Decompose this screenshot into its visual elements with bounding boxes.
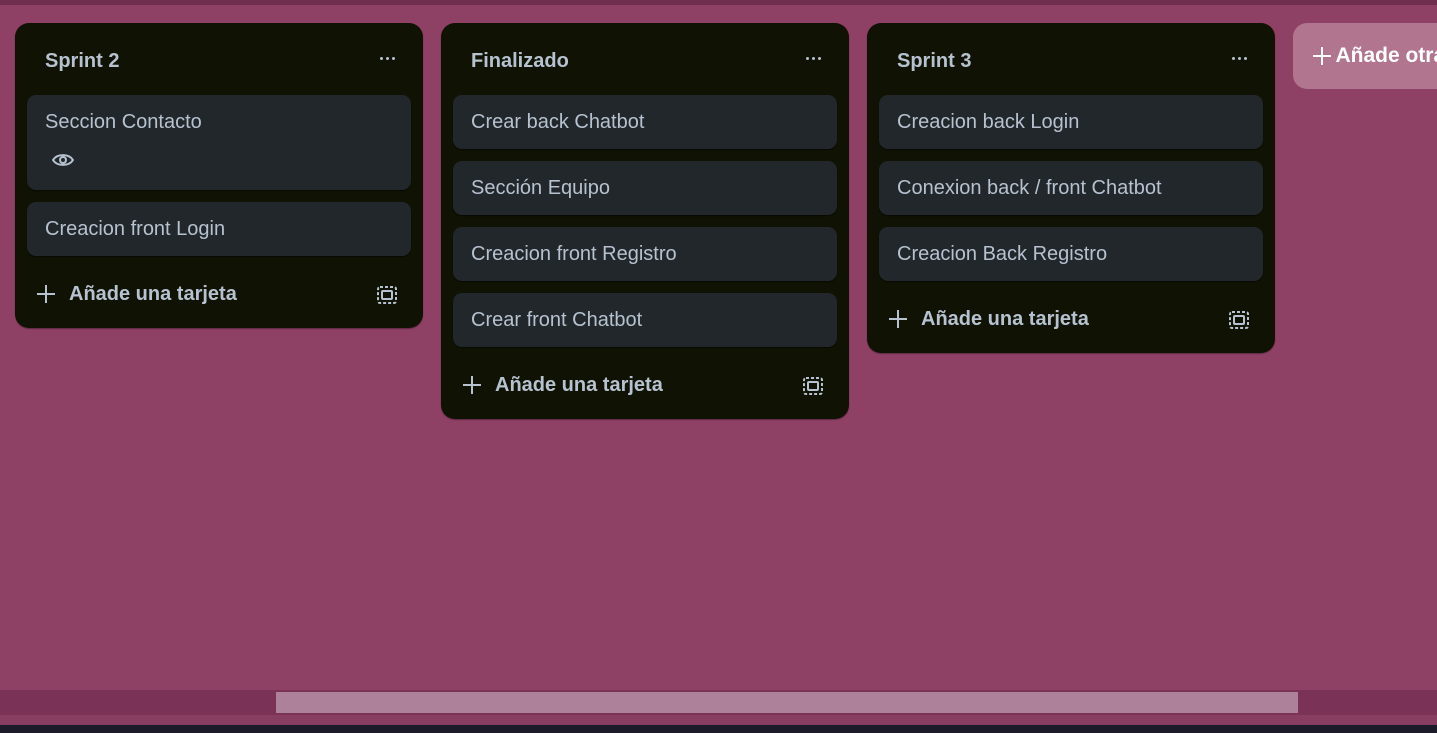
more-icon-dot [817, 56, 821, 60]
list-title[interactable]: Sprint 3 [897, 50, 971, 73]
eye-icon [52, 154, 74, 166]
card[interactable]: Seccion Contacto [27, 95, 411, 190]
card[interactable]: Sección Equipo [453, 161, 837, 215]
card-title: Crear back Chatbot [471, 111, 645, 133]
add-list-label: Añade otra lista [1335, 44, 1437, 67]
plus-icon [37, 285, 55, 303]
card-title: Conexion back / front Chatbot [897, 177, 1162, 199]
window-bottom-edge [0, 725, 1437, 733]
add-card-label: Añade una tarjeta [495, 373, 663, 396]
card-template-icon[interactable] [1229, 311, 1249, 329]
list-finalizado: Finalizado Crear back Chatbot Sección Eq… [441, 23, 849, 419]
scrollbar-thumb[interactable] [276, 692, 1298, 713]
list-menu-button[interactable] [373, 47, 401, 69]
card[interactable]: Creacion Back Registro [879, 227, 1263, 281]
add-card-button[interactable]: Añade una tarjeta [37, 274, 237, 314]
list-header[interactable]: Sprint 2 [15, 23, 423, 95]
plus-icon [1313, 47, 1333, 65]
add-list-button[interactable]: Añade otra lista [1293, 23, 1437, 89]
add-card-label: Añade una tarjeta [921, 307, 1089, 330]
card-list: Seccion Contacto Creacion front Login [15, 95, 423, 256]
card-title: Creacion front Login [45, 218, 226, 240]
list-menu-button[interactable] [1225, 47, 1253, 69]
card-title: Creacion back Login [897, 111, 1080, 133]
plus-icon [889, 310, 907, 328]
more-icon-dot [391, 56, 395, 60]
list-menu-button[interactable] [799, 47, 827, 69]
card-list: Crear back Chatbot Sección Equipo Creaci… [441, 95, 849, 347]
list-header[interactable]: Sprint 3 [867, 23, 1275, 95]
list-footer: Añade una tarjeta [867, 289, 1275, 353]
more-icon [1231, 56, 1235, 60]
list-title[interactable]: Sprint 2 [45, 50, 119, 73]
list-footer: Añade una tarjeta [15, 264, 423, 328]
card-template-icon[interactable] [377, 286, 397, 304]
list-footer: Añade una tarjeta [441, 355, 849, 419]
more-icon-dot [811, 56, 815, 60]
card-title: Crear front Chatbot [471, 309, 643, 331]
card[interactable]: Creacion back Login [879, 95, 1263, 149]
more-icon [805, 56, 809, 60]
list-title[interactable]: Finalizado [471, 50, 569, 73]
card-title: Creacion Back Registro [897, 243, 1108, 265]
card-template-icon[interactable] [803, 377, 823, 395]
board-canvas: Sprint 2 Seccion Contacto Creacion front… [0, 0, 1437, 690]
card-title: Sección Equipo [471, 177, 610, 199]
more-icon-dot [385, 56, 389, 60]
card[interactable]: Creacion front Login [27, 202, 411, 256]
more-icon [379, 56, 383, 60]
list-header[interactable]: Finalizado [441, 23, 849, 95]
plus-icon [463, 376, 481, 394]
list-sprint-3: Sprint 3 Creacion back Login Conexion ba… [867, 23, 1275, 353]
card[interactable]: Crear front Chatbot [453, 293, 837, 347]
card[interactable]: Creacion front Registro [453, 227, 837, 281]
list-sprint-2: Sprint 2 Seccion Contacto Creacion front… [15, 23, 423, 328]
card[interactable]: Conexion back / front Chatbot [879, 161, 1263, 215]
add-card-label: Añade una tarjeta [69, 282, 237, 305]
add-card-button[interactable]: Añade una tarjeta [889, 299, 1089, 339]
more-icon-dot [1243, 56, 1247, 60]
more-icon-dot [1237, 56, 1241, 60]
card[interactable]: Crear back Chatbot [453, 95, 837, 149]
card-title: Seccion Contacto [45, 111, 202, 133]
card-list: Creacion back Login Conexion back / fron… [867, 95, 1275, 281]
card-title: Creacion front Registro [471, 243, 677, 265]
add-card-button[interactable]: Añade una tarjeta [463, 365, 663, 405]
